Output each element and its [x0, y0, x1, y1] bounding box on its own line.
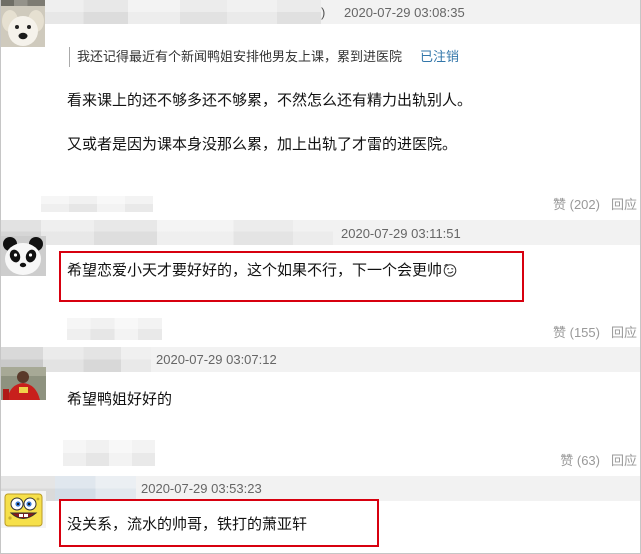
- like-button[interactable]: 赞 (155): [553, 325, 600, 341]
- comment-text: 希望鸭姐好好的: [67, 390, 172, 410]
- comment-timestamp: 2020-07-29 03:07:12: [156, 352, 277, 367]
- comment-paragraph: 没关系，流水的帅哥，铁打的萧亚轩: [67, 516, 308, 533]
- quote-text: 我还记得最近有个新闻鸭姐安排他男友上课，累到进医院: [77, 49, 403, 64]
- comment-timestamp: 2020-07-29 03:53:23: [141, 481, 262, 496]
- reply-button[interactable]: 回应: [611, 453, 637, 469]
- comment-paragraph: 又或者是因为课本身没那么累，加上出轨了才雷的进医院。: [67, 136, 458, 153]
- reply-quote: 我还记得最近有个新闻鸭姐安排他男友上课，累到进医院 已注销: [69, 47, 459, 67]
- quote-author-link[interactable]: 已注销: [420, 47, 459, 67]
- comment-timestamp: 2020-07-29 03:11:51: [341, 226, 461, 241]
- avatar[interactable]: [1, 491, 46, 528]
- avatar[interactable]: [1, 236, 46, 276]
- smirk-emoji-icon: [443, 263, 457, 277]
- comment-text: 又或者是因为课本身没那么累，加上出轨了才雷的进医院。: [67, 135, 457, 155]
- comment-text: 看来课上的还不够多还不够累，不然怎么还有精力出轨别人。: [67, 91, 472, 111]
- reply-button[interactable]: 回应: [611, 197, 637, 213]
- comment-list: ) 2020-07-29 03:08:35 我还记得最近有个新闻鸭姐安排他男友上…: [0, 0, 641, 554]
- comment-timestamp: 2020-07-29 03:08:35: [344, 5, 465, 20]
- comment-paragraph: 看来课上的还不够多还不够累，不然怎么还有精力出轨别人。: [67, 92, 473, 109]
- comment-text: 没关系，流水的帅哥，铁打的萧亚轩: [67, 515, 307, 535]
- blurred-region: [41, 196, 153, 212]
- spongebob-avatar-icon[interactable]: [1, 491, 46, 528]
- reply-button[interactable]: 回应: [611, 325, 637, 341]
- dog-avatar-icon[interactable]: [1, 6, 45, 47]
- comment-text: 希望恋爱小天才要好好的，这个如果不行，下一个会更帅: [67, 261, 457, 281]
- comment-actions: 赞 (202) 回应: [553, 197, 637, 213]
- comment-actions: 赞 (63) 回应: [560, 453, 637, 469]
- username-link[interactable]: [45, 0, 321, 24]
- panda-avatar-icon[interactable]: [1, 236, 46, 276]
- avatar[interactable]: [1, 367, 46, 400]
- comment-paragraph: 希望恋爱小天才要好好的，这个如果不行，下一个会更帅: [67, 262, 443, 279]
- username-link[interactable]: [1, 220, 333, 245]
- comment-actions: 赞 (155) 回应: [553, 325, 637, 341]
- red-jersey-photo-avatar[interactable]: [1, 367, 46, 400]
- blurred-region: [63, 440, 155, 466]
- like-button[interactable]: 赞 (202): [553, 197, 600, 213]
- comment-paragraph: 希望鸭姐好好的: [67, 391, 173, 408]
- avatar[interactable]: [1, 6, 45, 47]
- username-fragment[interactable]: ): [321, 5, 325, 21]
- like-button[interactable]: 赞 (63): [560, 453, 600, 469]
- blurred-region: [67, 318, 162, 340]
